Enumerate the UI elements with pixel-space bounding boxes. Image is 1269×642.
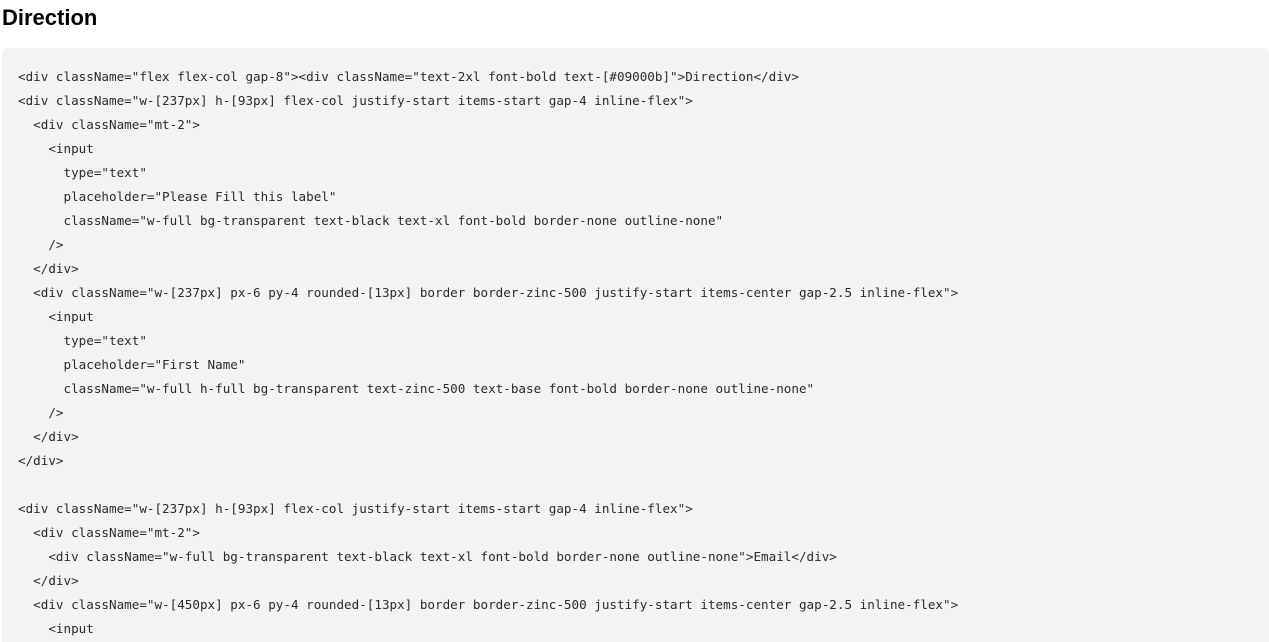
code-line: <div className="mt-2"> [18,525,200,540]
code-line: type="text" [18,333,147,348]
code-line: <div className="w-[237px] px-6 py-4 roun… [18,285,959,300]
code-line: </div> [18,261,79,276]
code-block[interactable]: <div className="flex flex-col gap-8"><di… [2,48,1269,642]
code-line: <input [18,141,94,156]
code-line: className="w-full h-full bg-transparent … [18,381,815,396]
code-line: placeholder="First Name" [18,357,246,372]
code-line: /> [18,237,64,252]
page: Direction <div className="flex flex-col … [0,0,1269,642]
code-line: className="w-full bg-transparent text-bl… [18,213,724,228]
code-line: <div className="w-[450px] px-6 py-4 roun… [18,597,959,612]
code-line: <div className="w-[237px] h-[93px] flex-… [18,93,693,108]
code-line: /> [18,405,64,420]
code-line: </div> [18,429,79,444]
code-line: <div className="w-full bg-transparent te… [18,549,837,564]
code-line: </div> [18,453,64,468]
code-line: <div className="w-[237px] h-[93px] flex-… [18,501,693,516]
code-lines: <div className="flex flex-col gap-8"><di… [18,65,958,641]
code-line: <div className="flex flex-col gap-8"><di… [18,69,799,84]
code-line: <div className="mt-2"> [18,117,200,132]
code-line: placeholder="Please Fill this label" [18,189,337,204]
code-line: type="text" [18,165,147,180]
code-line: <input [18,621,94,636]
page-title: Direction [2,5,98,30]
code-line: </div> [18,573,79,588]
code-line: <input [18,309,94,324]
